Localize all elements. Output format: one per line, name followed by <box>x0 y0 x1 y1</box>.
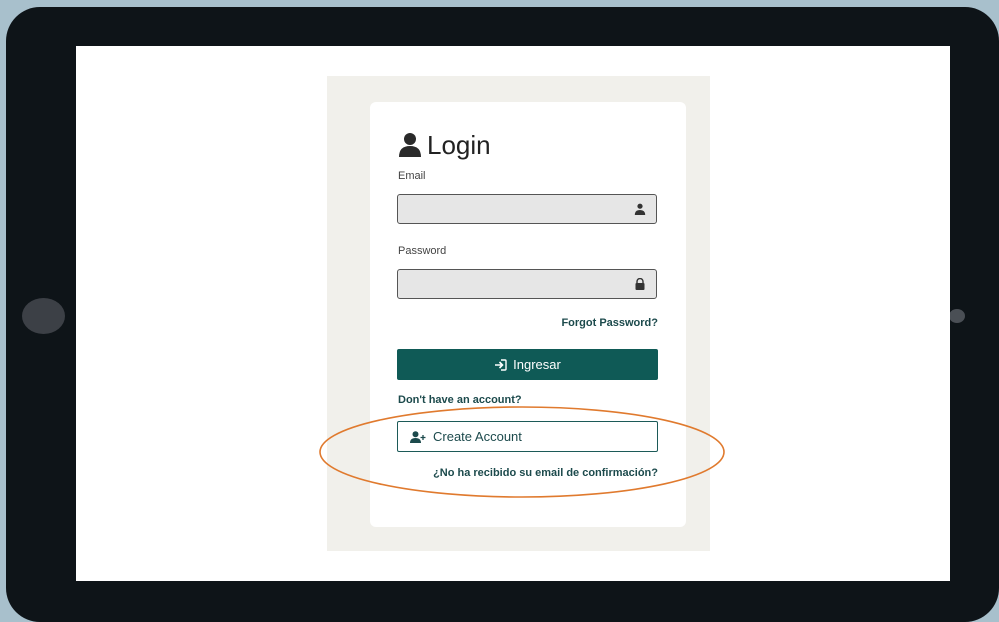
create-account-button[interactable]: Create Account <box>397 421 658 452</box>
resend-confirmation-link[interactable]: ¿No ha recibido su email de confirmación… <box>433 467 658 479</box>
user-icon <box>399 133 421 157</box>
email-field[interactable] <box>397 194 657 224</box>
lock-icon <box>635 278 645 290</box>
email-label: Email <box>398 170 426 182</box>
forgot-password-link[interactable]: Forgot Password? <box>561 317 658 329</box>
page-title: Login <box>427 130 491 160</box>
password-label: Password <box>398 245 447 257</box>
login-card <box>370 102 686 527</box>
login-heading: Login <box>398 130 491 160</box>
ingresar-button-label: Ingresar <box>513 357 561 372</box>
sign-in-icon <box>495 358 507 371</box>
ingresar-button[interactable]: Ingresar <box>397 349 658 380</box>
no-account-text: Don't have an account? <box>398 394 522 406</box>
create-account-button-label: Create Account <box>433 429 522 444</box>
password-field[interactable] <box>397 269 657 299</box>
tablet-sensor-dot <box>949 309 965 323</box>
tablet-camera <box>22 298 65 334</box>
user-plus-icon <box>410 430 426 443</box>
user-icon <box>634 203 646 215</box>
